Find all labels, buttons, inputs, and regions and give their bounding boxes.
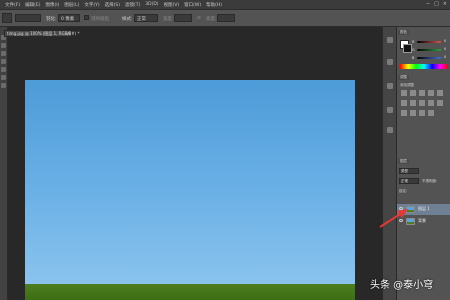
visibility-eye-icon[interactable] [399, 219, 403, 222]
minimize-button[interactable]: − [426, 1, 430, 7]
layer-thumbnail [406, 206, 415, 213]
visibility-eye-icon[interactable] [399, 207, 403, 210]
style-label: 样式: [122, 17, 133, 22]
width-input[interactable] [174, 14, 192, 22]
grass-field [25, 284, 355, 300]
color-spectrum[interactable] [400, 64, 448, 69]
black-white-icon[interactable] [419, 100, 425, 106]
green-slider[interactable] [417, 49, 441, 51]
menu-edit[interactable]: 编辑(E) [25, 2, 40, 8]
eyedropper-tool-icon[interactable] [1, 75, 6, 80]
adjustments-title: 添加调整 [400, 83, 414, 87]
adjustment-icons-row-2 [401, 100, 447, 106]
adjustment-icons-row-3 [401, 110, 447, 116]
brightness-icon[interactable] [401, 90, 407, 96]
feather-input[interactable]: 0 像素 [58, 14, 80, 22]
lasso-tool-icon[interactable] [1, 51, 6, 56]
blue-slider[interactable] [417, 57, 441, 59]
right-panels: 颜色 R 0 G 0 B 0 调整 添加调整 图层 类型 正常 不透明度: 锁定… [396, 27, 450, 300]
layer-name: 背景 [418, 218, 426, 223]
history-icon[interactable] [387, 37, 393, 43]
feather-label: 羽化: [46, 17, 57, 22]
layer-row-background[interactable]: 背景 [397, 216, 450, 227]
properties-icon[interactable] [387, 59, 393, 65]
menu-window[interactable]: 窗口(W) [184, 2, 201, 8]
menu-select[interactable]: 选择(S) [105, 2, 120, 8]
curves-icon[interactable] [419, 90, 425, 96]
close-document-icon[interactable]: × [67, 31, 70, 37]
posterize-icon[interactable] [410, 110, 416, 116]
adjustment-icons-row-1 [401, 90, 447, 96]
layer-row-layer1[interactable]: 图层 1 [397, 204, 450, 215]
antialias-checkbox[interactable] [84, 15, 89, 20]
watermark: 头条 @泰小穹 [370, 280, 434, 291]
layer-kind-filter[interactable]: 类型 [399, 168, 419, 174]
red-value[interactable]: 0 [444, 39, 446, 43]
document-tab[interactable]: timg.jpg @ 100% (图层 1, RGB/8#) * × [4, 30, 79, 37]
exposure-icon[interactable] [428, 90, 434, 96]
blue-value[interactable]: 0 [444, 55, 446, 59]
style-select[interactable]: 正常 [134, 14, 158, 22]
menu-bar: 文件(F) 编辑(E) 图像(I) 图层(L) 文字(Y) 选择(S) 滤镜(T… [0, 0, 450, 9]
opacity-label: 不透明度: [422, 179, 438, 183]
menu-file[interactable]: 文件(F) [5, 2, 20, 8]
tab-layers[interactable]: 图层 [398, 159, 409, 164]
levels-icon[interactable] [410, 90, 416, 96]
paragraph-icon[interactable] [387, 107, 393, 113]
image-canvas[interactable] [25, 80, 355, 300]
marquee-tool-preset[interactable] [2, 13, 12, 23]
menu-view[interactable]: 视图(V) [164, 2, 180, 8]
tab-color[interactable]: 颜色 [398, 30, 409, 35]
blend-mode-select[interactable]: 正常 [399, 178, 419, 184]
menu-layer[interactable]: 图层(L) [64, 2, 79, 8]
vibrance-icon[interactable] [437, 90, 443, 96]
selection-mode-buttons[interactable] [15, 14, 41, 22]
tab-adjustments[interactable]: 调整 [398, 75, 409, 80]
brush-tool-icon[interactable] [1, 83, 6, 88]
layer-thumbnail [406, 218, 415, 225]
maximize-button[interactable]: □ [434, 1, 439, 7]
background-color-swatch[interactable] [403, 44, 412, 53]
menu-type[interactable]: 文字(Y) [84, 2, 99, 8]
options-bar: 羽化: 0 像素 消除锯齿 样式: 正常 宽度: ⇄ 高度: [0, 9, 450, 27]
menu-3d[interactable]: 3D(D) [145, 2, 158, 7]
invert-icon[interactable] [401, 110, 407, 116]
color-balance-icon[interactable] [410, 100, 416, 106]
panel-dock-icons [382, 27, 397, 300]
green-value[interactable]: 0 [444, 47, 446, 51]
gradient-map-icon[interactable] [428, 110, 434, 116]
tools-panel [0, 27, 8, 300]
close-window-button[interactable]: × [443, 1, 447, 7]
antialias-label: 消除锯齿 [91, 17, 109, 22]
character-icon[interactable] [387, 83, 393, 89]
magic-wand-tool-icon[interactable] [1, 59, 6, 64]
height-label: 高度: [206, 17, 217, 22]
menu-image[interactable]: 图像(I) [45, 2, 59, 8]
crop-tool-icon[interactable] [1, 67, 6, 72]
layer-name: 图层 1 [418, 206, 430, 211]
marquee-tool-icon[interactable] [1, 43, 6, 48]
hue-saturation-icon[interactable] [401, 100, 407, 106]
lock-label: 锁定: [399, 189, 408, 193]
height-input[interactable] [217, 14, 235, 22]
brush-presets-icon[interactable] [387, 127, 393, 133]
channel-mixer-icon[interactable] [437, 100, 443, 106]
menu-help[interactable]: 帮助(H) [206, 2, 222, 8]
red-slider[interactable] [417, 41, 441, 43]
swap-icon[interactable]: ⇄ [197, 16, 201, 21]
photo-filter-icon[interactable] [428, 100, 434, 106]
menu-filter[interactable]: 滤镜(T) [125, 2, 140, 8]
width-label: 宽度: [163, 17, 174, 22]
window-controls: − □ × [426, 1, 447, 7]
threshold-icon[interactable] [419, 110, 425, 116]
